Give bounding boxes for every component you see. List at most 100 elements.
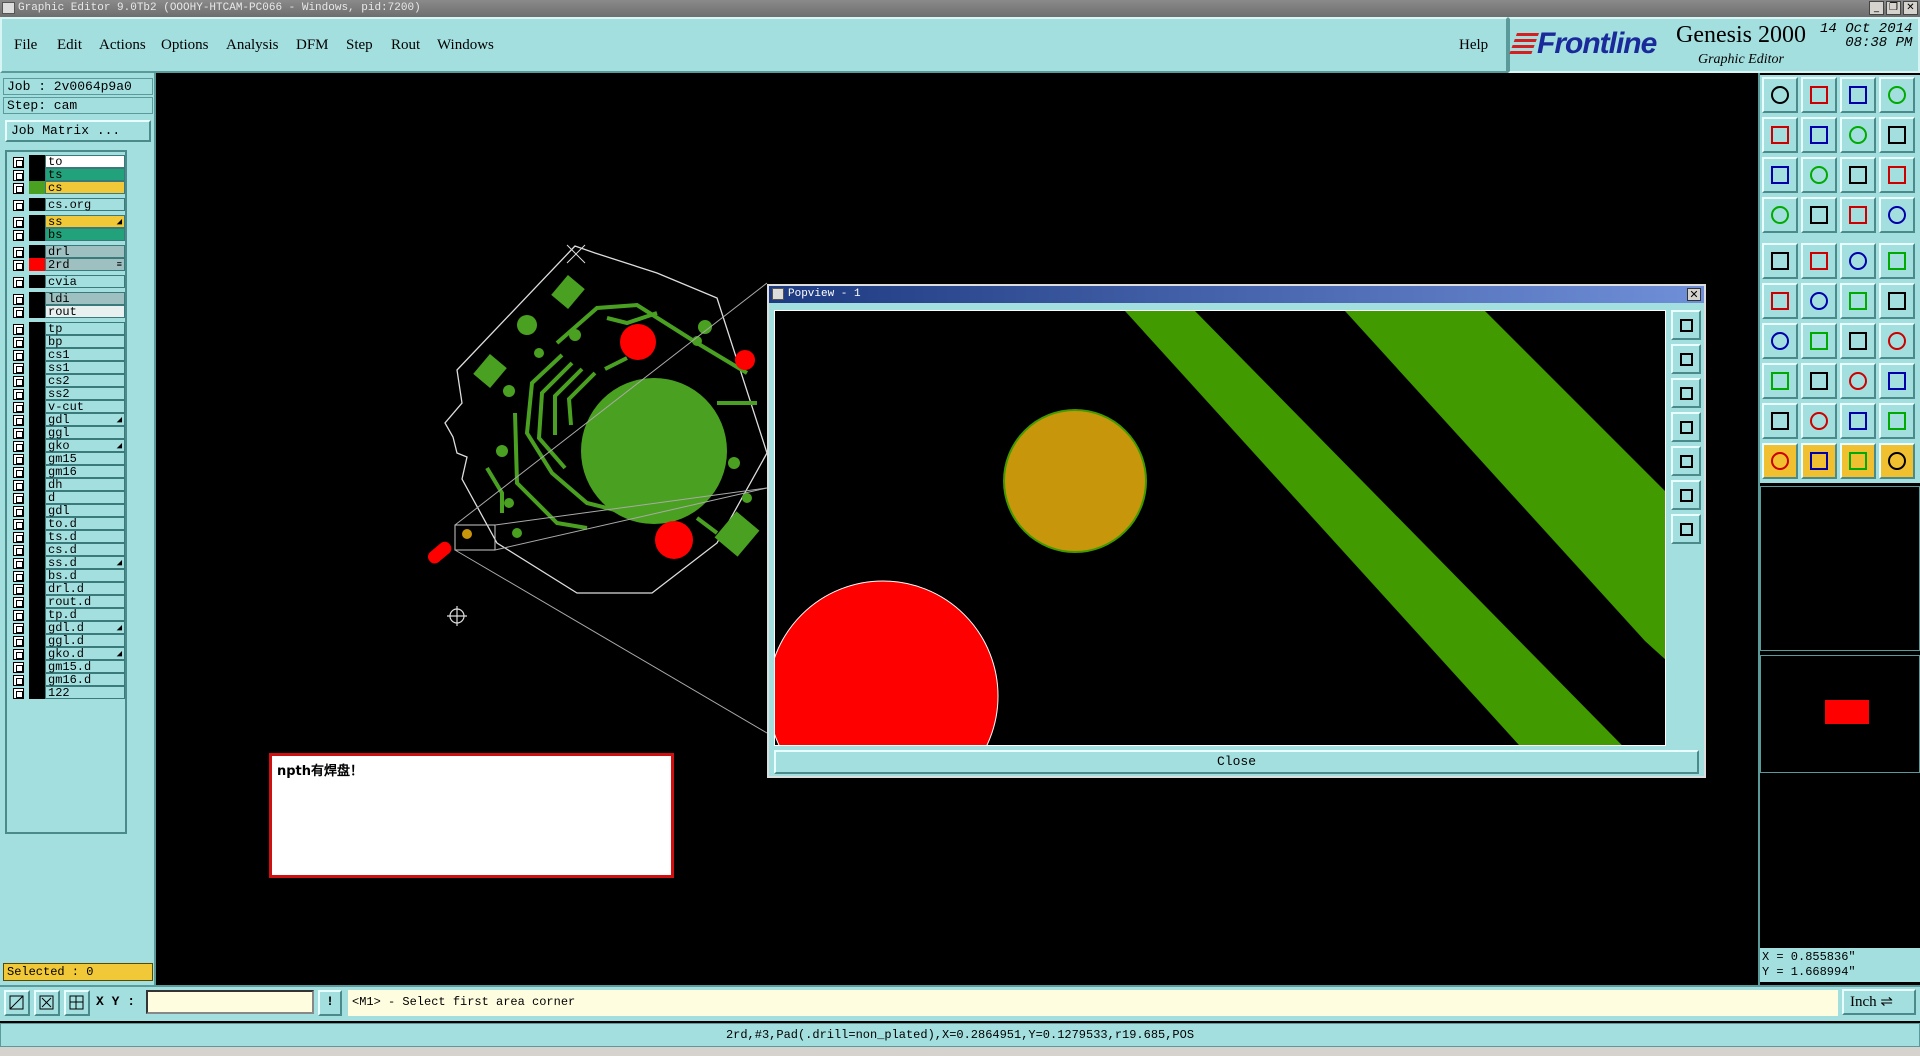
job-matrix-button[interactable]: Job Matrix ... — [5, 120, 151, 142]
layer-name[interactable]: ss1 — [45, 361, 125, 375]
popview-close-icon[interactable]: ✕ — [1687, 288, 1701, 301]
arc-tool-button[interactable] — [1840, 283, 1876, 319]
layer-name[interactable]: dh — [45, 478, 125, 492]
arch3-tool-button[interactable] — [1879, 403, 1915, 439]
layer-checkbox[interactable] — [13, 376, 24, 387]
layer-row[interactable]: cvia — [9, 275, 127, 289]
cross-tool-button[interactable] — [1801, 283, 1837, 319]
layer-row[interactable]: gdl ◢ — [9, 413, 127, 427]
layer-name[interactable]: rout — [45, 305, 125, 319]
layer-row[interactable]: dh — [9, 478, 127, 492]
layer-checkbox[interactable] — [13, 480, 24, 491]
layer-color-swatch[interactable] — [29, 478, 45, 491]
popview-pan-right-button[interactable] — [1671, 446, 1701, 476]
undo-tool-button[interactable] — [1840, 117, 1876, 153]
layer-name[interactable]: to — [45, 155, 125, 169]
popview-canvas[interactable] — [774, 310, 1666, 746]
resize-tool-button[interactable] — [1840, 363, 1876, 399]
layer-row[interactable]: gm15.d — [9, 660, 127, 674]
layer-name[interactable]: cs.d — [45, 543, 125, 557]
layer-name[interactable]: ggl — [45, 426, 125, 440]
zoom-tool-button[interactable] — [1801, 157, 1837, 193]
layer-name[interactable]: gdl.d ◢ — [45, 621, 125, 635]
layer-checkbox[interactable] — [13, 597, 24, 608]
layer-row[interactable]: drl.d — [9, 582, 127, 596]
triangle-tool-button[interactable] — [1762, 403, 1798, 439]
layer-row[interactable]: gm16.d — [9, 673, 127, 687]
layer-color-swatch[interactable] — [29, 155, 45, 168]
unit-selector[interactable]: Inch ⇌ — [1842, 989, 1916, 1015]
minimize-button[interactable]: _ — [1869, 1, 1884, 15]
xy-input[interactable] — [146, 990, 314, 1014]
layer-checkbox[interactable] — [13, 277, 24, 288]
net-tool-button[interactable] — [1762, 283, 1798, 319]
layer-color-swatch[interactable] — [29, 543, 45, 556]
layer-row[interactable]: ldi — [9, 292, 127, 306]
menu-rout[interactable]: Rout — [391, 37, 420, 54]
menu-help[interactable]: Help — [1459, 37, 1488, 54]
layer-row[interactable]: ss ◢ — [9, 215, 127, 229]
layer-row[interactable]: ts — [9, 168, 127, 182]
layer-checkbox[interactable] — [13, 247, 24, 258]
layer-row[interactable]: tp.d — [9, 608, 127, 622]
layer-checkbox[interactable] — [13, 558, 24, 569]
next-tool-button[interactable] — [1801, 117, 1837, 153]
maximize-button[interactable]: ❐ — [1886, 1, 1901, 15]
layer-checkbox[interactable] — [13, 337, 24, 348]
layer-checkbox[interactable] — [13, 402, 24, 413]
layer-color-swatch[interactable] — [29, 322, 45, 335]
popview-close-button[interactable]: Close — [774, 750, 1699, 774]
menu-step[interactable]: Step — [346, 37, 373, 54]
layer-row[interactable]: bp — [9, 335, 127, 349]
menu-options[interactable]: Options — [161, 37, 209, 54]
layer-checkbox[interactable] — [13, 649, 24, 660]
arch2-tool-button[interactable] — [1840, 403, 1876, 439]
layer-row[interactable]: gdl.d ◢ — [9, 621, 127, 635]
select-tool-button[interactable] — [1762, 443, 1798, 479]
draw-line-tool-button[interactable] — [1762, 323, 1798, 359]
layer-color-swatch[interactable] — [29, 258, 45, 271]
layer-checkbox[interactable] — [13, 623, 24, 634]
layer-row[interactable]: cs2 — [9, 374, 127, 388]
redo-tool-button[interactable] — [1879, 117, 1915, 153]
layer-checkbox[interactable] — [13, 636, 24, 647]
layer-checkbox[interactable] — [13, 610, 24, 621]
layer-color-swatch[interactable] — [29, 198, 45, 211]
prev-tool-button[interactable] — [1762, 117, 1798, 153]
layer-row[interactable]: ts.d — [9, 530, 127, 544]
menu-file[interactable]: File — [14, 37, 37, 54]
layer-name[interactable]: drl.d — [45, 582, 125, 596]
layer-row[interactable]: d — [9, 491, 127, 505]
layer-row[interactable]: bs — [9, 228, 127, 242]
popview-pan-left-button[interactable] — [1671, 412, 1701, 442]
move-tool-button[interactable] — [1762, 363, 1798, 399]
layer-name[interactable]: ldi — [45, 292, 125, 306]
line-tool-button[interactable] — [1801, 243, 1837, 279]
layer-color-swatch[interactable] — [29, 426, 45, 439]
layer-name[interactable]: gko.d ◢ — [45, 647, 125, 661]
layer-name[interactable]: bp — [45, 335, 125, 349]
layer-color-swatch[interactable] — [29, 660, 45, 673]
layer-row[interactable]: ss.d ◢ — [9, 556, 127, 570]
layer-name[interactable]: gm16 — [45, 465, 125, 479]
layer-checkbox[interactable] — [13, 324, 24, 335]
layer-checkbox[interactable] — [13, 350, 24, 361]
layer-row[interactable]: rout — [9, 305, 127, 319]
layer-checkbox[interactable] — [13, 389, 24, 400]
layer-name[interactable]: cs.org — [45, 198, 125, 212]
layer-checkbox[interactable] — [13, 217, 24, 228]
layer-checkbox[interactable] — [13, 307, 24, 318]
layer-name[interactable]: ss2 — [45, 387, 125, 401]
layer-color-swatch[interactable] — [29, 621, 45, 634]
layer-color-swatch[interactable] — [29, 634, 45, 647]
layer-name[interactable]: to.d — [45, 517, 125, 531]
layer-color-swatch[interactable] — [29, 465, 45, 478]
layer-name[interactable]: cs — [45, 181, 125, 195]
layer-color-swatch[interactable] — [29, 556, 45, 569]
layer-color-swatch[interactable] — [29, 348, 45, 361]
layer-checkbox[interactable] — [13, 170, 24, 181]
layer-checkbox[interactable] — [13, 571, 24, 582]
select4-tool-button[interactable] — [1879, 443, 1915, 479]
open-tool-button[interactable] — [1762, 77, 1798, 113]
layer-name[interactable]: gdl ◢ — [45, 413, 125, 427]
